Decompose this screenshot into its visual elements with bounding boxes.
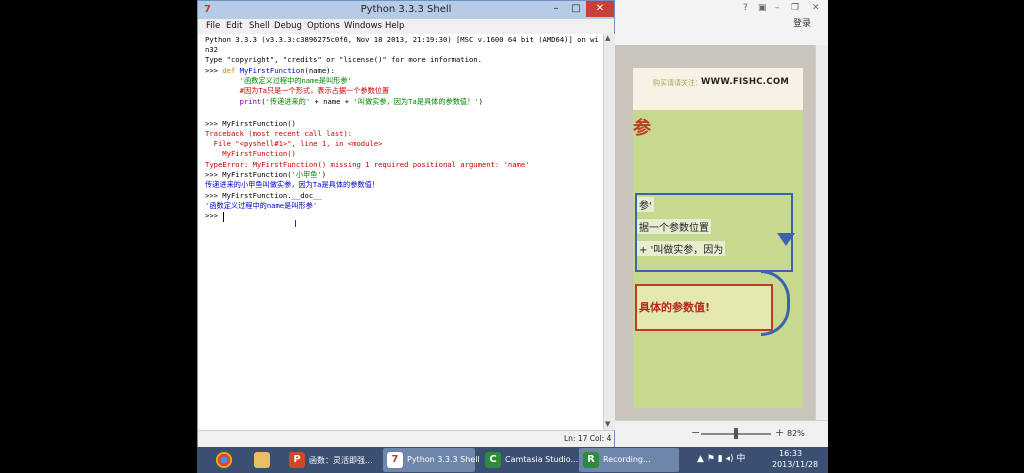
login-link[interactable]: 登录 [793,16,811,29]
zoom-slider-handle[interactable] [734,428,738,439]
clock-time[interactable]: 16:33 [779,449,802,458]
powerpoint-window: ? ▣ – ❐ ✕ 登录 购买请请关注： WWW.FISHC.COM 参 参' … [615,0,828,447]
taskbar-item-label: 函数：灵活即强... [309,456,373,465]
console-line: print('传递进来的' + name + '叫做实参，因为Ta是具体的参数值… [205,97,483,107]
vertical-scrollbar[interactable]: ▲ ▼ [603,34,615,430]
output-line: '函数定义过程中的name是叫形参' [205,201,318,210]
string-literal: '传递进来的' [265,97,311,106]
code-line: + '叫做实参，因为 [637,241,726,256]
menu-bar: File Edit Shell Debug Options Windows He… [198,19,614,34]
explorer-taskbar-button[interactable] [247,448,277,472]
menu-edit[interactable]: Edit [226,21,242,31]
code-line: 据一个参数位置 [637,219,711,234]
taskbar-item-camtasia[interactable]: C Camtasia Studio... [481,448,578,472]
powerpoint-icon: P [289,452,305,468]
function-name: MyFirstFunction [235,66,305,75]
console-line: Type "copyright", "credits" or "license(… [205,55,482,64]
slide-canvas: 购买请请关注： WWW.FISHC.COM 参 参' 据一个参数位置 + '叫做… [615,45,815,420]
keyword-def: def [222,66,236,75]
console-line: >>> MyFirstFunction.__doc__ [205,191,322,200]
slide-title-fragment: 参 [633,118,651,139]
taskbar-item-label: Python 3.3.3 Shell [407,455,480,464]
menu-file[interactable]: File [206,21,220,31]
taskbar: P 函数：灵活即强... 7 Python 3.3.3 Shell C Camt… [197,447,828,473]
recorder-icon: R [583,452,599,468]
output-line: 传递进来的小甲鱼叫做实参，因为Ta是具体的参数值！ [205,180,379,189]
down-arrow-icon [777,233,795,246]
minimize-icon[interactable]: – [775,3,780,13]
console-line: Python 3.3.3 (v3.3.3:c3896275c0f6, Nov 1… [205,35,599,44]
comment-line: #因为Ta只是一个形式，表示占据一个参数位置 [205,86,390,95]
builtin-print: print [205,97,262,106]
folder-icon [254,452,270,468]
code-text: ) [321,170,327,179]
clock-date[interactable]: 2013/11/28 [772,460,818,469]
code-box: 参' 据一个参数位置 + '叫做实参，因为 [635,193,793,272]
ribbon-options-icon[interactable]: ▣ [758,3,767,13]
restore-icon[interactable]: ❐ [791,3,799,13]
zoom-in-button[interactable]: + [775,426,784,439]
prompt: >>> [205,66,223,75]
close-icon[interactable]: ✕ [812,3,820,13]
idle-icon: 7 [387,452,403,468]
code-line: 参' [637,197,654,212]
menu-shell[interactable]: Shell [249,21,270,31]
ppt-statusbar: − + 82% [615,420,828,447]
chrome-icon [216,452,232,468]
system-tray-icons[interactable]: ▲ ⚑ ▮ ◂) 中 [697,451,745,464]
string-literal: '叫做实参，因为Ta是具体的参数值！' [353,97,479,106]
taskbar-item-recording[interactable]: R Recording... [579,448,679,472]
result-text: 具体的参数值! [639,301,711,314]
error-line: File "<pyshell#1>", line 1, in <module> [205,139,383,148]
slide: 购买请请关注： WWW.FISHC.COM 参 参' 据一个参数位置 + '叫做… [633,68,803,408]
docstring-line: '函数定义过程中的name是叫形参' [205,76,352,85]
taskbar-item-python-shell[interactable]: 7 Python 3.3.3 Shell [383,448,480,472]
maximize-button[interactable]: □ [566,1,586,17]
slide-header: 购买请请关注： WWW.FISHC.COM [633,68,803,110]
result-box: 具体的参数值! [635,284,773,331]
slide-url: WWW.FISHC.COM [701,77,790,87]
text-caret [223,212,224,222]
menu-debug[interactable]: Debug [274,21,302,31]
window-titlebar[interactable]: 7‍ Python 3.3.3 Shell – □ ✕ [198,1,614,19]
console-line: >>> [205,211,223,220]
ibeam-cursor-icon: I [294,219,297,230]
ppt-scrollbar[interactable] [815,45,828,420]
status-bar: Ln: 17 Col: 4 [198,430,614,447]
slide-hint: 购买请请关注： [653,79,702,87]
string-literal: '小甲鱼' [291,170,322,179]
menu-windows[interactable]: Windows [344,21,382,31]
console-line: >>> MyFirstFunction() [205,119,296,128]
scroll-up-icon[interactable]: ▲ [605,34,610,42]
slide-body: 参 参' 据一个参数位置 + '叫做实参，因为 具体的参数值! [633,110,803,408]
taskbar-item-powerpoint[interactable]: P 函数：灵活即强... [285,448,377,472]
menu-help[interactable]: Help [385,21,404,31]
zoom-level[interactable]: 82% [787,429,805,438]
code-text: ) [478,97,483,106]
scroll-down-icon[interactable]: ▼ [605,420,610,428]
code-text: + name + [310,97,354,106]
error-line: MyFirstFunction() [205,149,296,158]
code-text: >>> MyFirstFunction( [205,170,292,179]
camtasia-icon: C [485,452,501,468]
python-shell-window: 7‍ Python 3.3.3 Shell – □ ✕ File Edit Sh… [197,0,615,447]
console-line: >>> def MyFirstFunction(name): [205,66,335,76]
desktop-area: ? ▣ – ❐ ✕ 登录 购买请请关注： WWW.FISHC.COM 参 参' … [197,0,828,447]
menu-options[interactable]: Options [307,21,340,31]
error-line: Traceback (most recent call last): [205,129,353,138]
chrome-taskbar-button[interactable] [209,448,239,472]
help-icon[interactable]: ? [743,3,748,13]
taskbar-item-label: Camtasia Studio... [505,455,579,464]
zoom-out-button[interactable]: − [691,426,700,439]
console-line: n32 [205,45,218,54]
taskbar-item-label: Recording... [603,455,651,464]
minimize-button[interactable]: – [546,1,566,17]
console-line: >>> MyFirstFunction('小甲鱼') [205,170,326,180]
code-text: (name): [304,66,335,75]
close-button[interactable]: ✕ [586,1,614,17]
line-col-indicator: Ln: 17 Col: 4 [564,434,612,443]
error-line: TypeError: MyFirstFunction() missing 1 r… [205,160,530,169]
ppt-ribbon: ? ▣ – ❐ ✕ 登录 [615,0,828,46]
shell-console[interactable]: Python 3.3.3 (v3.3.3:c3896275c0f6, Nov 1… [198,34,603,430]
